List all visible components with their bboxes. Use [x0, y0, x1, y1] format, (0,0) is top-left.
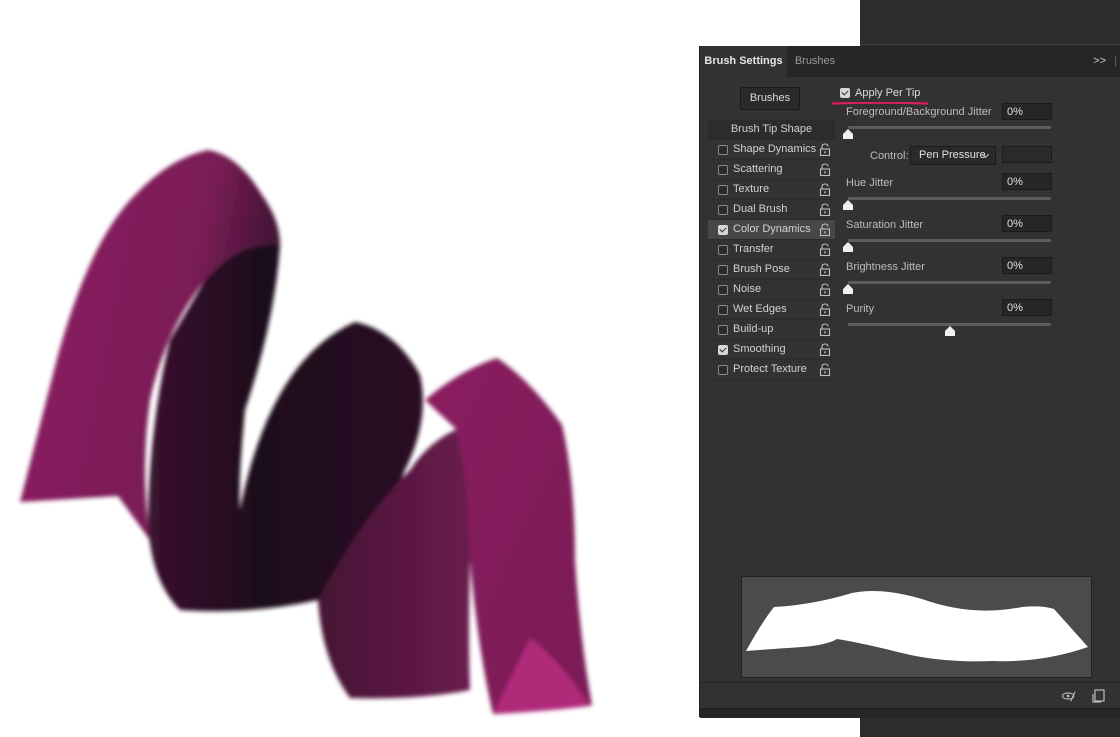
red-underline-annotation	[832, 102, 928, 105]
list-item-label: Wet Edges	[733, 303, 787, 315]
list-item-label: Transfer	[733, 243, 774, 255]
scattering-checkbox[interactable]	[718, 165, 728, 175]
list-item-noise[interactable]: Noise	[708, 280, 835, 300]
list-item-protect-texture[interactable]: Protect Texture	[708, 360, 835, 380]
fg-bg-jitter-slider[interactable]	[848, 126, 1051, 129]
lock-icon[interactable]	[819, 283, 831, 296]
dual-brush-checkbox[interactable]	[718, 205, 728, 215]
panel-bottom-bar	[700, 708, 1120, 718]
list-item-label: Scattering	[733, 163, 783, 175]
hue-jitter-field[interactable]: 0%	[1002, 173, 1052, 190]
list-item-label: Smoothing	[733, 343, 786, 355]
build-up-checkbox[interactable]	[718, 325, 728, 335]
control-steps-field[interactable]	[1002, 146, 1052, 163]
lock-icon[interactable]	[819, 243, 831, 256]
tab-brushes[interactable]: Brushes	[788, 46, 842, 77]
protect-texture-checkbox[interactable]	[718, 365, 728, 375]
texture-checkbox[interactable]	[718, 185, 728, 195]
saturation-jitter-label: Saturation Jitter	[846, 219, 924, 231]
list-item-label: Protect Texture	[733, 363, 807, 375]
list-item-brush-pose[interactable]: Brush Pose	[708, 260, 835, 280]
transfer-checkbox[interactable]	[718, 245, 728, 255]
list-item-label: Build-up	[733, 323, 774, 335]
collapse-panel-icon[interactable]: >>	[1093, 46, 1106, 77]
toggle-live-tip-preview-icon[interactable]	[1062, 689, 1076, 703]
panel-tab-bar: Brush Settings Brushes >>	[700, 46, 1120, 77]
list-item-texture[interactable]: Texture	[708, 180, 835, 200]
tab-brush-settings[interactable]: Brush Settings	[700, 46, 787, 77]
purity-label: Purity	[846, 303, 875, 315]
fg-bg-jitter-label: Foreground/Background Jitter	[846, 106, 992, 118]
lock-icon[interactable]	[819, 203, 831, 216]
list-item-wet-edges[interactable]: Wet Edges	[708, 300, 835, 320]
brightness-jitter-slider[interactable]	[848, 281, 1051, 284]
divider	[700, 682, 1120, 683]
noise-checkbox[interactable]	[718, 285, 728, 295]
lock-icon[interactable]	[819, 163, 831, 176]
control-label: Control:	[870, 150, 909, 162]
list-item-scattering[interactable]: Scattering	[708, 160, 835, 180]
app-background-bottom	[860, 716, 1120, 737]
list-item-label: Texture	[733, 183, 770, 195]
brush-stroke-preview	[741, 576, 1092, 678]
list-item-brush-tip-shape[interactable]: Brush Tip Shape	[708, 120, 835, 140]
list-item-smoothing[interactable]: Smoothing	[708, 340, 835, 360]
divider	[860, 44, 1120, 45]
list-item-shape-dynamics[interactable]: Shape Dynamics	[708, 140, 835, 160]
brightness-jitter-field[interactable]: 0%	[1002, 257, 1052, 274]
purity-field[interactable]: 0%	[1002, 299, 1052, 316]
create-new-brush-icon[interactable]	[1092, 689, 1106, 703]
hue-jitter-label: Hue Jitter	[846, 177, 894, 189]
brightness-jitter-label: Brightness Jitter	[846, 261, 925, 273]
wet-edges-checkbox[interactable]	[718, 305, 728, 315]
brush-options-list: Brush Tip Shape Shape Dynamics Scattering…	[708, 120, 835, 380]
ribbon-brush-stroke	[20, 150, 592, 714]
control-dropdown-value: Pen Pressure	[919, 149, 986, 161]
list-item-label: Brush Pose	[733, 263, 790, 275]
brush-pose-checkbox[interactable]	[718, 265, 728, 275]
list-item-dual-brush[interactable]: Dual Brush	[708, 200, 835, 220]
apply-per-tip-checkbox[interactable]	[840, 88, 850, 98]
lock-icon[interactable]	[819, 323, 831, 336]
lock-icon[interactable]	[819, 143, 831, 156]
smoothing-checkbox[interactable]	[718, 345, 728, 355]
hue-jitter-slider[interactable]	[848, 197, 1051, 200]
list-item-label: Color Dynamics	[733, 223, 811, 235]
lock-icon[interactable]	[819, 183, 831, 196]
control-dropdown[interactable]: Pen Pressure	[910, 146, 996, 165]
lock-icon[interactable]	[819, 343, 831, 356]
preview-stroke	[746, 591, 1088, 662]
list-item-label: Noise	[733, 283, 762, 295]
apply-per-tip-label: Apply Per Tip	[855, 87, 921, 99]
fg-bg-jitter-field[interactable]: 0%	[1002, 103, 1052, 120]
list-item-build-up[interactable]: Build-up	[708, 320, 835, 340]
brush-settings-panel: Brush Settings Brushes >> Brushes Brush …	[699, 46, 1120, 718]
saturation-jitter-field[interactable]: 0%	[1002, 215, 1052, 232]
lock-icon[interactable]	[819, 263, 831, 276]
color-dynamics-checkbox[interactable]	[718, 225, 728, 235]
lock-icon[interactable]	[819, 363, 831, 376]
lock-icon[interactable]	[819, 303, 831, 316]
brushes-button[interactable]: Brushes	[740, 87, 800, 110]
shape-dynamics-checkbox[interactable]	[718, 145, 728, 155]
saturation-jitter-slider[interactable]	[848, 239, 1051, 242]
document-canvas[interactable]	[0, 0, 700, 737]
list-item-label: Shape Dynamics	[733, 143, 817, 155]
list-item-transfer[interactable]: Transfer	[708, 240, 835, 260]
panel-menu-icon[interactable]	[1115, 56, 1116, 67]
lock-icon[interactable]	[819, 223, 831, 236]
app-background-top	[860, 0, 1120, 46]
list-item-label: Dual Brush	[733, 203, 788, 215]
list-item-color-dynamics[interactable]: Color Dynamics	[708, 220, 835, 240]
